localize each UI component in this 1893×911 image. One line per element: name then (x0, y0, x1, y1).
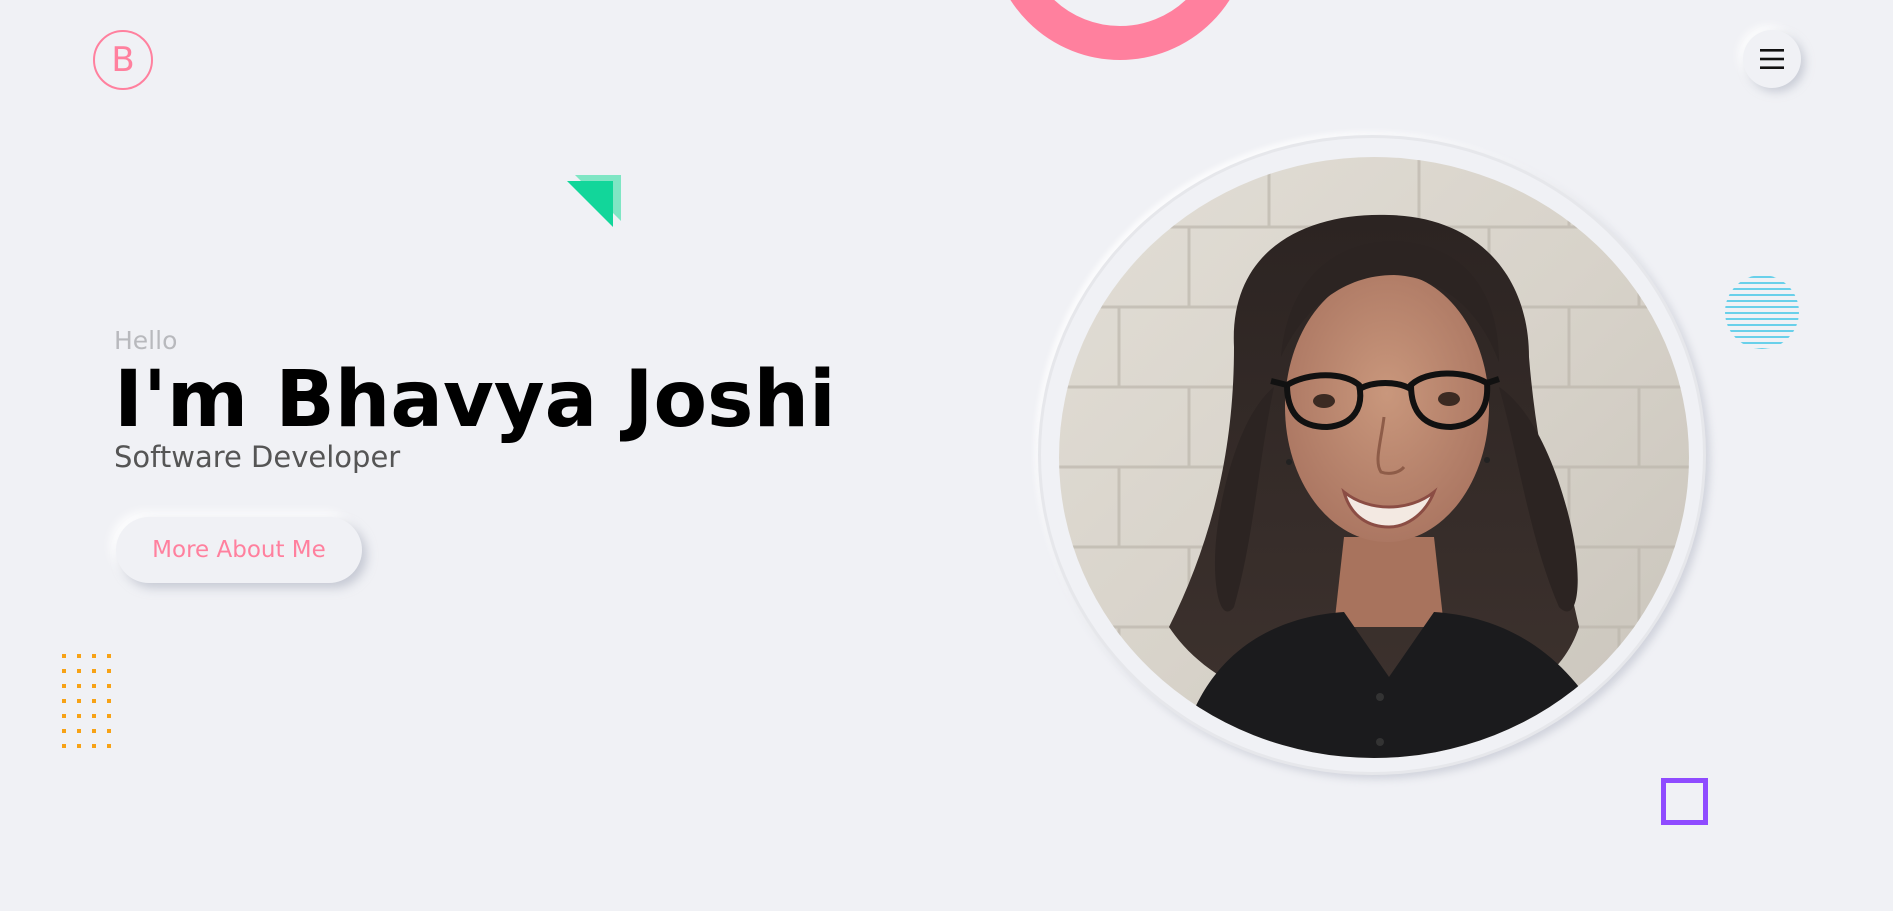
decorative-triangle (567, 175, 621, 227)
more-about-me-button[interactable]: More About Me (116, 517, 362, 583)
hero-text: Hello I'm Bhavya Joshi Software Develope… (114, 328, 836, 472)
decorative-dot-grid (62, 654, 111, 748)
decorative-ring (990, 0, 1250, 60)
menu-button[interactable] (1743, 30, 1801, 88)
decorative-square (1661, 778, 1708, 825)
portrait-photo (1059, 157, 1689, 758)
greeting-text: Hello (114, 326, 178, 355)
decorative-striped-circle (1725, 276, 1799, 349)
logo-letter: B (111, 40, 135, 80)
portrait-image (1059, 157, 1689, 758)
hamburger-menu-icon (1760, 49, 1784, 69)
role-subtitle: Software Developer (114, 440, 401, 474)
logo[interactable]: B (93, 30, 153, 90)
hero-page: B Hello I'm Bhavya Joshi Software Develo… (0, 0, 1893, 911)
page-title: I'm Bhavya Joshi (114, 355, 836, 445)
